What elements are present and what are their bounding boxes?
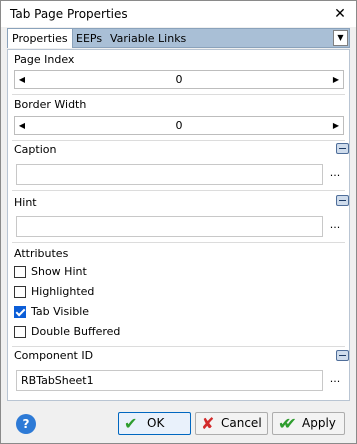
arrow-left-icon[interactable]: ◀: [15, 71, 29, 88]
divider: [12, 140, 345, 141]
page-index-spinner[interactable]: ◀ 0 ▶: [14, 70, 344, 89]
highlighted-checkbox[interactable]: [14, 286, 26, 298]
highlighted-label[interactable]: Highlighted: [31, 285, 94, 298]
close-icon[interactable]: ✕: [330, 4, 350, 24]
x-icon: ✘: [201, 414, 215, 433]
collapse-icon[interactable]: [336, 195, 349, 206]
arrow-left-icon[interactable]: ◀: [15, 117, 29, 134]
tab-variable-links[interactable]: Variable Links: [106, 29, 190, 48]
dialog-window: Tab Page Properties ✕ Properties EEPs Va…: [0, 0, 357, 444]
caption-label: Caption: [14, 143, 57, 156]
checkmark-icon: ✔: [124, 414, 138, 433]
apply-button[interactable]: ✔✔ Apply: [272, 412, 345, 435]
hint-label: Hint: [14, 196, 37, 209]
dialog-title: Tab Page Properties: [10, 7, 128, 21]
show-hint-label[interactable]: Show Hint: [31, 265, 87, 278]
page-index-label: Page Index: [14, 53, 75, 66]
help-icon[interactable]: ?: [16, 414, 36, 434]
chevron-down-icon[interactable]: ▼: [333, 30, 348, 46]
page-index-value[interactable]: 0: [29, 71, 329, 88]
tab-properties[interactable]: Properties: [8, 29, 73, 48]
show-hint-checkbox[interactable]: [14, 266, 26, 278]
collapse-icon[interactable]: [336, 350, 349, 361]
double-check-icon: ✔✔: [278, 414, 297, 433]
divider: [12, 242, 345, 243]
double-buffered-checkbox[interactable]: [14, 326, 26, 338]
double-buffered-label[interactable]: Double Buffered: [31, 325, 120, 338]
apply-button-label: Apply: [302, 416, 336, 430]
divider: [12, 94, 345, 95]
dialog-footer: ? ✔ OK ✘ Cancel ✔✔ Apply: [1, 402, 356, 442]
arrow-right-icon[interactable]: ▶: [329, 71, 343, 88]
caption-ellipsis-button[interactable]: ...: [328, 166, 342, 179]
border-width-value[interactable]: 0: [29, 117, 329, 134]
component-id-ellipsis-button[interactable]: ...: [328, 372, 342, 385]
tab-eeps[interactable]: EEPs: [72, 29, 106, 48]
component-id-input[interactable]: RBTabSheet1: [16, 370, 323, 391]
arrow-right-icon[interactable]: ▶: [329, 117, 343, 134]
tab-visible-label[interactable]: Tab Visible: [31, 305, 89, 318]
hint-ellipsis-button[interactable]: ...: [328, 218, 342, 231]
attributes-label: Attributes: [14, 247, 69, 260]
ok-button-label: OK: [147, 416, 165, 430]
collapse-icon[interactable]: [336, 143, 349, 154]
tab-bar: Properties EEPs Variable Links ▼: [7, 28, 350, 48]
cancel-button-label: Cancel: [221, 416, 262, 430]
divider: [12, 346, 345, 347]
title-bar: Tab Page Properties ✕: [1, 1, 356, 27]
divider: [12, 190, 345, 191]
cancel-button[interactable]: ✘ Cancel: [195, 412, 268, 435]
component-id-label: Component ID: [14, 349, 94, 362]
border-width-label: Border Width: [14, 98, 87, 111]
caption-input[interactable]: [16, 164, 323, 185]
hint-input[interactable]: [16, 216, 323, 237]
tab-visible-checkbox[interactable]: [14, 306, 26, 318]
ok-button[interactable]: ✔ OK: [118, 412, 191, 435]
border-width-spinner[interactable]: ◀ 0 ▶: [14, 116, 344, 135]
properties-panel: Page Index ◀ 0 ▶ Border Width ◀ 0 ▶ Capt…: [7, 49, 350, 401]
